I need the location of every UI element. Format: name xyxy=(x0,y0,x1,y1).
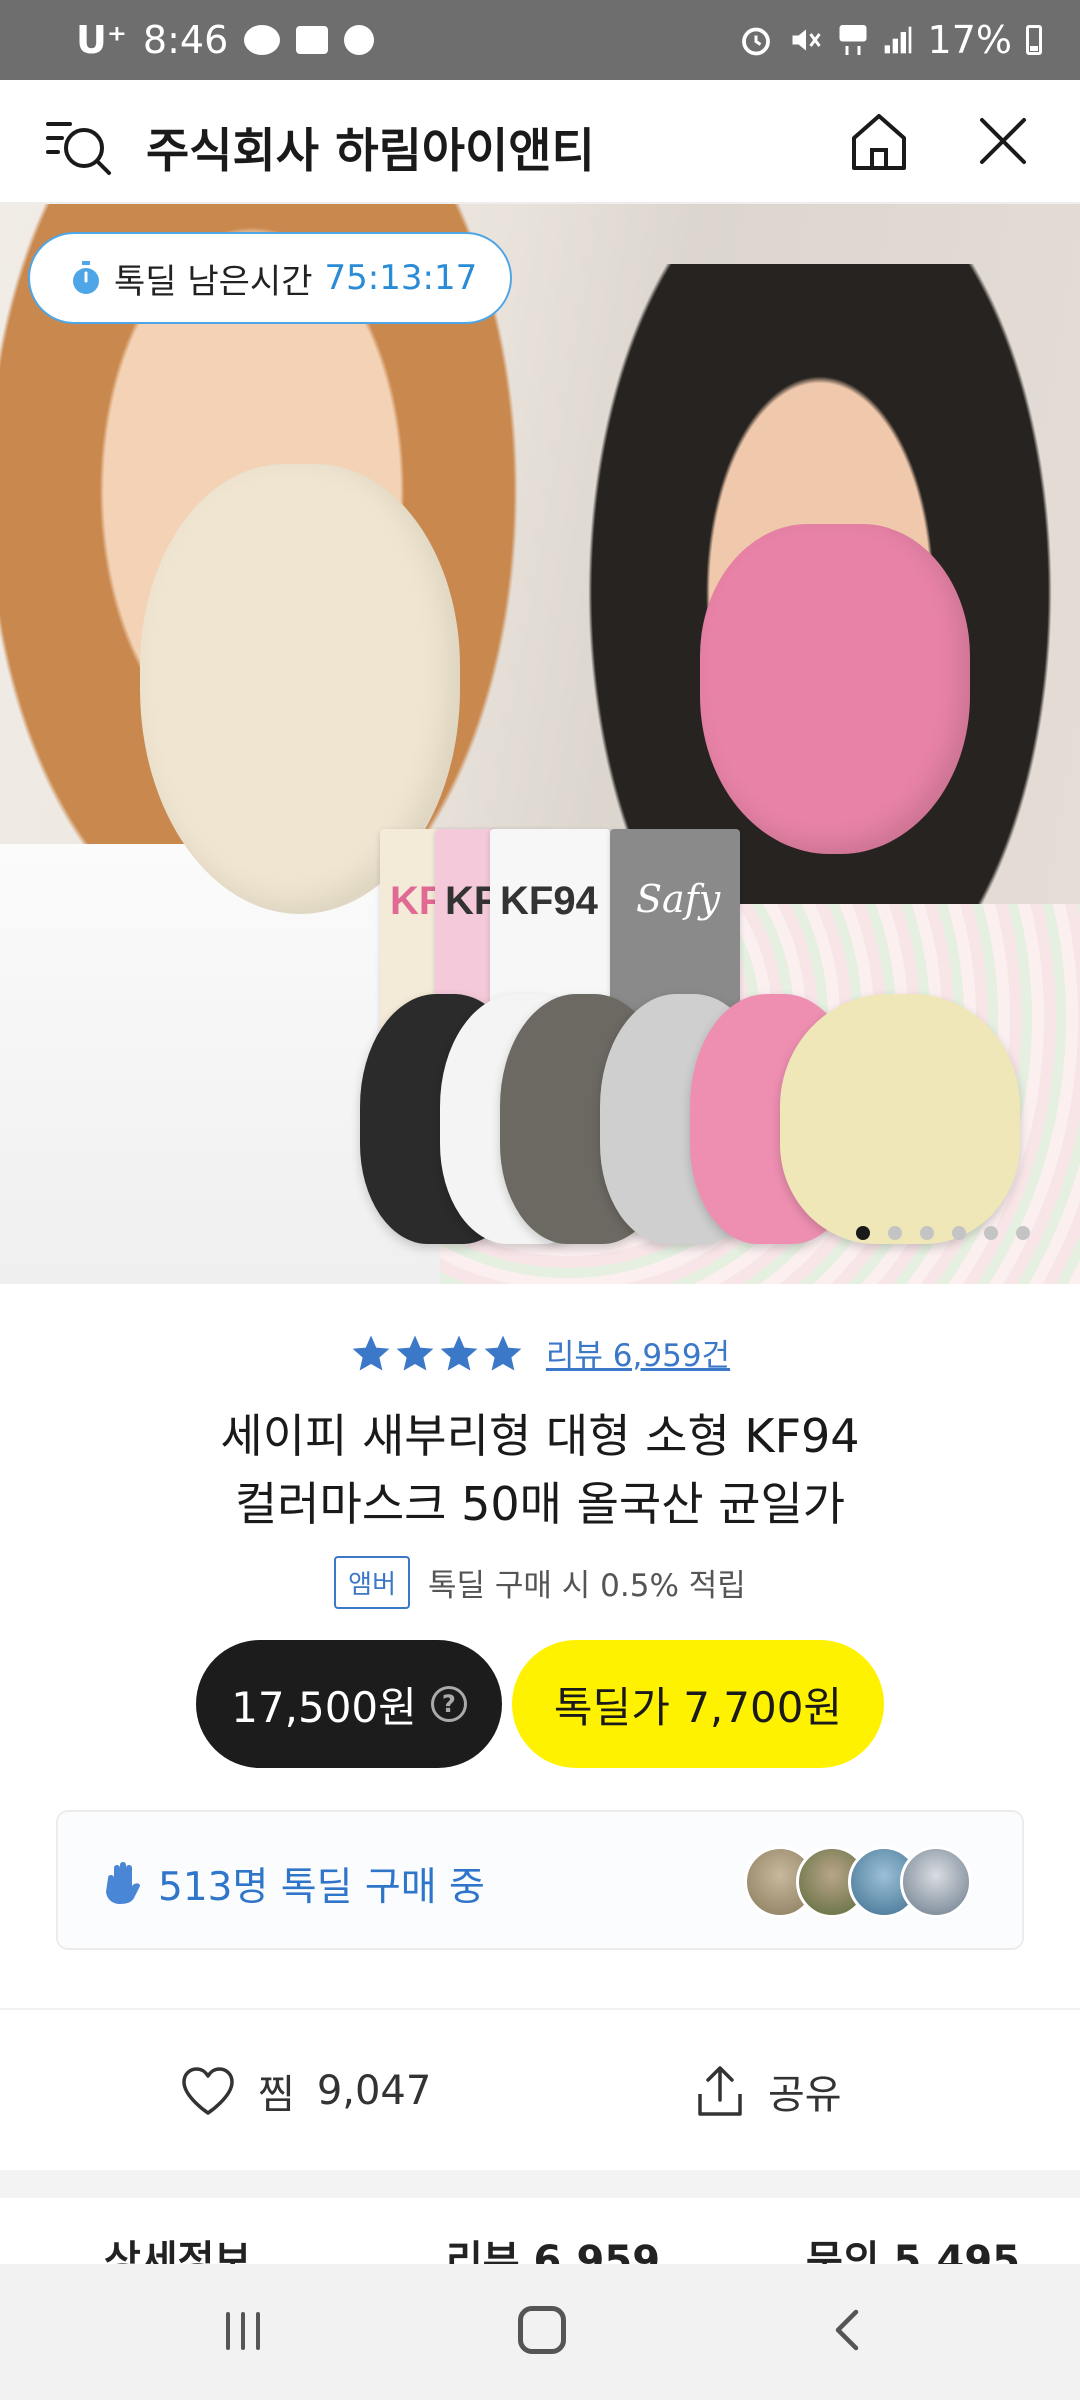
home-button-icon[interactable] xyxy=(518,2306,566,2354)
carousel-dot-active[interactable] xyxy=(856,1226,870,1240)
reward-text: 톡딜 구매 시 0.5% 적립 xyxy=(428,1568,746,1604)
avatar xyxy=(900,1846,972,1918)
stopwatch-icon xyxy=(73,261,99,294)
product-title-line2: 컬러마스크 50매 올국산 균일가 xyxy=(234,1477,846,1531)
close-icon[interactable] xyxy=(968,106,1038,176)
mute-icon xyxy=(792,29,821,51)
review-count-link[interactable]: 리뷰 6,959건 xyxy=(546,1330,730,1375)
product-title: 세이피 새부리형 대형 소형 KF94 컬러마스크 50매 올국산 균일가 xyxy=(60,1402,1020,1538)
star-icon xyxy=(440,1335,478,1370)
regular-price-button[interactable]: 17,500원 ? xyxy=(196,1640,502,1768)
tab-reviews[interactable]: 리뷰 6,959 xyxy=(446,2228,660,2268)
product-title-line1: 세이피 새부리형 대형 소형 KF94 xyxy=(220,1409,860,1463)
menu-search-icon[interactable] xyxy=(44,110,114,180)
wishlist-button[interactable]: 찜 9,047 xyxy=(180,2062,431,2120)
carousel-indicator xyxy=(856,1226,1030,1240)
timer-value: 75:13:17 xyxy=(324,258,478,298)
star-icon xyxy=(352,1335,390,1370)
recent-apps-icon[interactable] xyxy=(222,2310,264,2352)
section-separator xyxy=(0,2170,1080,2198)
tab-details[interactable]: 상세정보 xyxy=(104,2228,251,2268)
alarm-icon xyxy=(741,27,770,56)
rating-stars xyxy=(350,1332,524,1374)
deal-price-button[interactable]: 톡딜가 7,700원 xyxy=(512,1640,884,1768)
carousel-dot[interactable] xyxy=(920,1226,934,1240)
5g-icon xyxy=(839,25,867,55)
waving-hand-icon xyxy=(106,1862,140,1904)
heart-icon xyxy=(182,2067,234,2115)
mask-yellow xyxy=(780,994,1020,1244)
action-bar: 찜 9,047 공유 xyxy=(0,2010,1080,2170)
detail-tabs: 상세정보 리뷰 6,959 문의 5,495 xyxy=(0,2198,1080,2268)
mask-color-lineup xyxy=(360,994,1060,1254)
wishlist-count: 9,047 xyxy=(316,2068,432,2114)
gallery-notification-icon xyxy=(296,26,329,54)
status-bar: U⁺ 8:46 17% xyxy=(0,0,1080,80)
star-icon xyxy=(396,1335,434,1370)
signal-icon xyxy=(884,26,911,54)
timer-label: 톡딜 남은시간 xyxy=(114,261,313,302)
carrier-label: U⁺ xyxy=(76,18,127,62)
buyer-avatars xyxy=(744,1846,972,1918)
carousel-dot[interactable] xyxy=(984,1226,998,1240)
star-icon xyxy=(484,1335,522,1370)
regular-price: 17,500원 xyxy=(231,1682,417,1732)
battery-icon xyxy=(1026,25,1042,55)
battery-percent: 17% xyxy=(927,18,1012,62)
home-icon[interactable] xyxy=(844,106,914,176)
back-icon[interactable] xyxy=(826,2308,870,2352)
amber-badge: 앰버 xyxy=(334,1556,411,1609)
status-right: 17% xyxy=(738,18,1042,62)
question-icon[interactable]: ? xyxy=(430,1686,467,1722)
app-header: 주식회사 하림아이앤티 xyxy=(0,80,1080,204)
status-left: U⁺ 8:46 xyxy=(76,18,375,62)
kakaotalk-notification-icon xyxy=(244,25,281,55)
package-label: KF94 xyxy=(500,879,598,923)
product-image-carousel[interactable]: KF KF KF94 Safy xyxy=(0,204,1080,1284)
share-label: 공유 xyxy=(768,2072,842,2118)
rating-row: 리뷰 6,959건 xyxy=(0,1330,1080,1375)
reward-row: 앰버 톡딜 구매 시 0.5% 적립 xyxy=(0,1556,1080,1609)
deal-timer-badge: 톡딜 남은시간 75:13:17 xyxy=(28,232,512,324)
deal-price: 톡딜가 7,700원 xyxy=(553,1682,843,1732)
page-title: 주식회사 하림아이앤티 xyxy=(146,124,595,179)
carousel-dot[interactable] xyxy=(888,1226,902,1240)
pink-mask-image xyxy=(700,524,970,854)
system-nav-bar xyxy=(0,2264,1080,2400)
buyers-count-text: 513명 톡딜 구매 중 xyxy=(158,1865,485,1910)
carousel-dot[interactable] xyxy=(952,1226,966,1240)
chat-notification-icon xyxy=(344,25,375,55)
buyers-banner[interactable]: 513명 톡딜 구매 중 xyxy=(56,1810,1024,1950)
share-button[interactable]: 공유 xyxy=(694,2062,842,2120)
tab-inquiries[interactable]: 문의 5,495 xyxy=(806,2228,1020,2268)
package-brand: Safy xyxy=(636,877,721,921)
carousel-dot[interactable] xyxy=(1016,1226,1030,1240)
share-icon xyxy=(698,2066,742,2116)
wishlist-label: 찜 xyxy=(258,2072,295,2118)
clock: 8:46 xyxy=(142,18,229,62)
